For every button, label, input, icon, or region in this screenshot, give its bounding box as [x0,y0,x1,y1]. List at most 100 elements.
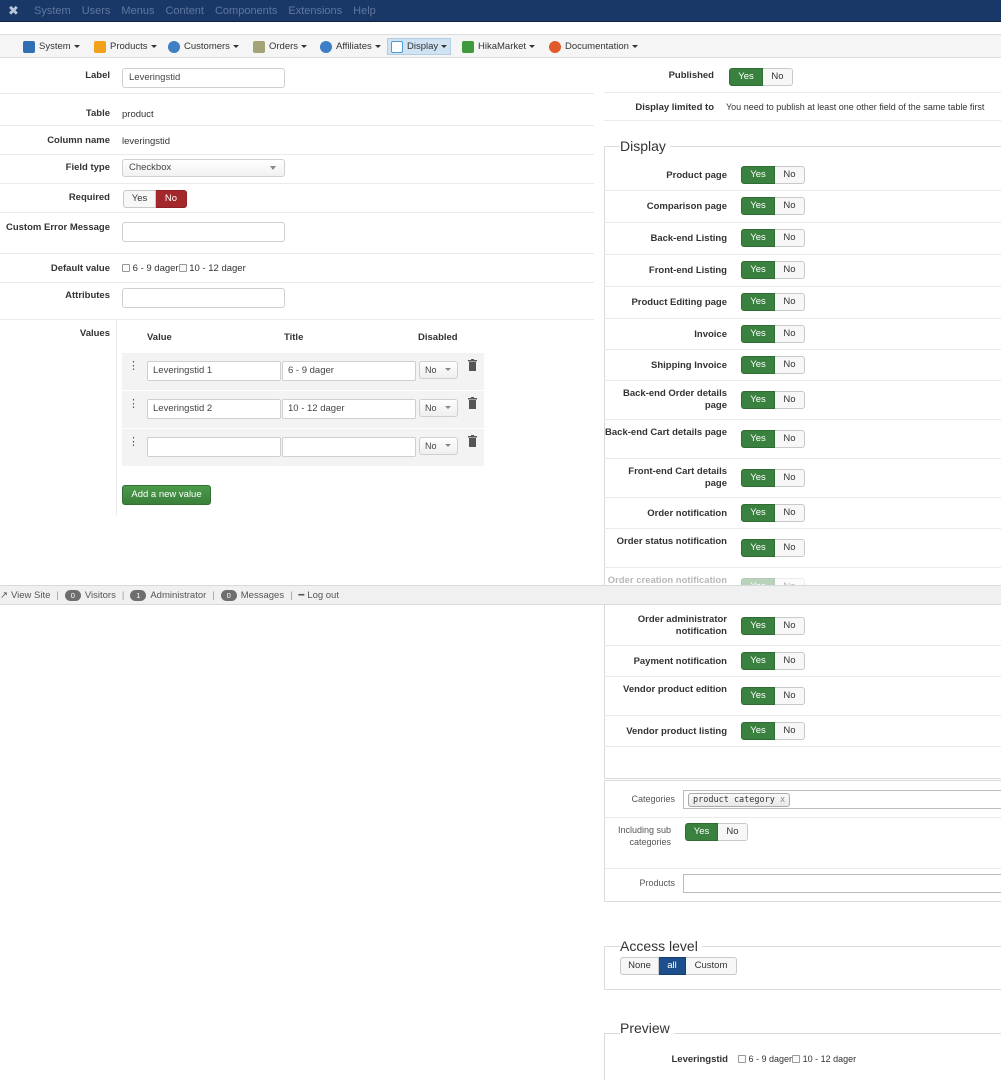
display-yes-button[interactable]: Yes [741,391,775,409]
display-no-button[interactable]: No [775,617,805,635]
display-row-toggle[interactable]: YesNo [741,261,805,279]
display-no-button[interactable]: No [775,293,805,311]
menu-help[interactable]: Help [353,5,376,17]
required-yes-button[interactable]: Yes [123,190,156,208]
display-no-button[interactable]: No [775,687,805,705]
logout-link[interactable]: ━ Log out [299,590,339,601]
administrator-link[interactable]: 1 Administrator [130,589,206,601]
trash-icon[interactable] [468,397,477,409]
drag-handle-icon[interactable]: ⋮ [128,361,139,372]
preview-opt2-checkbox[interactable] [792,1055,801,1063]
trash-icon[interactable] [468,359,477,371]
subnav-documentation[interactable]: Documentation [546,38,641,55]
display-row-toggle[interactable]: YesNo [741,504,805,522]
value-input[interactable]: Leveringstid 2 [147,399,281,419]
view-site-link[interactable]: ↗ View Site [0,590,50,601]
display-no-button[interactable]: No [775,197,805,215]
display-no-button[interactable]: No [775,539,805,557]
display-row-toggle[interactable]: YesNo [741,617,805,635]
remove-tag-icon[interactable]: x [780,795,785,805]
display-no-button[interactable]: No [775,166,805,184]
display-row-toggle[interactable]: YesNo [741,652,805,670]
access-custom-button[interactable]: Custom [686,957,737,975]
subnav-system[interactable]: System [20,38,83,55]
display-yes-button[interactable]: Yes [741,539,775,557]
categories-input[interactable]: product category x [683,790,1001,809]
display-row-toggle[interactable]: YesNo [741,578,805,585]
title-input[interactable] [282,437,416,457]
display-no-button[interactable]: No [775,261,805,279]
required-no-button[interactable]: No [156,190,187,208]
display-yes-button[interactable]: Yes [741,617,775,635]
display-no-button[interactable]: No [775,229,805,247]
subnav-affiliates[interactable]: Affiliates [317,38,384,55]
custom-error-input[interactable] [122,222,285,242]
messages-link[interactable]: 0 Messages [220,589,284,601]
title-input[interactable]: 6 - 9 dager [282,361,416,381]
display-no-button[interactable]: No [775,391,805,409]
display-row-toggle[interactable]: YesNo [741,325,805,343]
display-no-button[interactable]: No [775,652,805,670]
menu-content[interactable]: Content [165,5,204,17]
menu-system[interactable]: System [34,5,71,17]
display-row-toggle[interactable]: YesNo [741,197,805,215]
display-yes-button[interactable]: Yes [741,166,775,184]
attributes-input[interactable] [122,288,285,308]
menu-extensions[interactable]: Extensions [288,5,342,17]
display-no-button[interactable]: No [775,504,805,522]
subnav-products[interactable]: Products [91,38,160,55]
label-input[interactable]: Leveringstid [122,68,285,88]
value-input[interactable] [147,437,281,457]
display-row-toggle[interactable]: YesNo [741,722,805,740]
display-row-toggle[interactable]: YesNo [741,293,805,311]
display-row-toggle[interactable]: YesNo [741,166,805,184]
value-input[interactable]: Leveringstid 1 [147,361,281,381]
default-opt2-checkbox[interactable] [178,264,187,272]
subnav-display[interactable]: Display [387,38,452,55]
title-input[interactable]: 10 - 12 dager [282,399,416,419]
display-yes-button[interactable]: Yes [741,356,775,374]
add-value-button[interactable]: Add a new value [122,485,211,505]
display-no-button[interactable]: No [775,325,805,343]
visitors-link[interactable]: 0 Visitors [64,589,116,601]
display-yes-button[interactable]: Yes [741,293,775,311]
disabled-select[interactable]: No [419,437,458,455]
display-no-button[interactable]: No [775,430,805,448]
display-row-toggle[interactable]: YesNo [741,391,805,409]
display-row-toggle[interactable]: YesNo [741,687,805,705]
display-row-toggle[interactable]: YesNo [741,229,805,247]
display-yes-button[interactable]: Yes [741,469,775,487]
menu-users[interactable]: Users [82,5,111,17]
including-no-button[interactable]: No [718,823,748,841]
display-yes-button[interactable]: Yes [741,197,775,215]
required-toggle[interactable]: Yes No [123,190,187,208]
menu-menus[interactable]: Menus [121,5,154,17]
display-no-button[interactable]: No [775,469,805,487]
display-yes-button[interactable]: Yes [741,325,775,343]
display-yes-button[interactable]: Yes [741,430,775,448]
display-yes-button[interactable]: Yes [741,261,775,279]
display-row-toggle[interactable]: YesNo [741,539,805,557]
menu-components[interactable]: Components [215,5,277,17]
drag-handle-icon[interactable]: ⋮ [128,437,139,448]
subnav-customers[interactable]: Customers [165,38,242,55]
products-input[interactable] [683,874,1001,893]
display-no-button[interactable]: No [775,356,805,374]
display-yes-button[interactable]: Yes [741,722,775,740]
disabled-select[interactable]: No [419,361,458,379]
trash-icon[interactable] [468,435,477,447]
display-no-button[interactable]: No [775,578,805,585]
display-yes-button[interactable]: Yes [741,687,775,705]
including-yes-button[interactable]: Yes [685,823,718,841]
display-row-toggle[interactable]: YesNo [741,356,805,374]
display-yes-button[interactable]: Yes [741,578,775,585]
access-none-button[interactable]: None [620,957,659,975]
display-yes-button[interactable]: Yes [741,229,775,247]
joomla-logo-icon[interactable]: ✖ [8,4,22,18]
drag-handle-icon[interactable]: ⋮ [128,399,139,410]
disabled-select[interactable]: No [419,399,458,417]
including-sub-toggle[interactable]: Yes No [685,823,748,841]
preview-opt1-checkbox[interactable] [738,1055,746,1063]
subnav-hikamarket[interactable]: HikaMarket [459,38,538,55]
field-type-select[interactable]: Checkbox [122,159,285,177]
